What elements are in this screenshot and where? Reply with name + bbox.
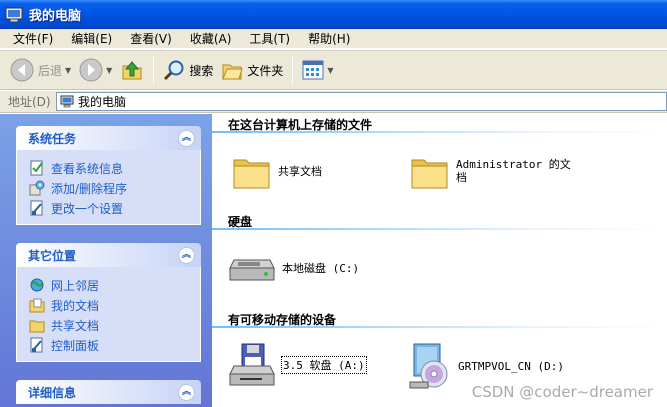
address-label: 地址(D) [8, 95, 51, 109]
search-icon [164, 60, 184, 81]
back-label: 后退 [38, 63, 63, 78]
toolbar-separator [292, 56, 294, 84]
other-places-body: 网上邻居 我的文档 共享文档 控制面板 [16, 267, 201, 362]
details-header[interactable]: 详细信息 ︽ [16, 380, 201, 404]
menu-favorites[interactable]: 收藏(A) [181, 29, 241, 49]
menu-view[interactable]: 查看(V) [121, 29, 181, 49]
group-divider [212, 131, 667, 133]
details-title: 详细信息 [28, 385, 77, 400]
my-computer-icon [60, 95, 74, 108]
menu-edit[interactable]: 编辑(E) [62, 29, 121, 49]
network-icon [30, 278, 44, 292]
back-arrow-icon [10, 58, 34, 82]
floppy-drive-icon [229, 343, 275, 386]
item-floppy-a[interactable]: 3.5 软盘 (A:) [228, 342, 367, 388]
system-tasks-body: 查看系统信息 添加/删除程序 更改一个设置 [16, 150, 201, 225]
place-label: 网上邻居 [51, 278, 100, 293]
folders-button[interactable]: 文件夹 [217, 54, 287, 86]
task-label: 更改一个设置 [51, 201, 124, 216]
menu-bar: 文件(F) 编辑(E) 查看(V) 收藏(A) 工具(T) 帮助(H) [0, 29, 667, 49]
toolbar-separator [153, 56, 155, 84]
task-label: 添加/删除程序 [51, 181, 128, 196]
up-folder-icon [122, 61, 142, 80]
item-label: GRTMPVOL_CN (D:) [458, 359, 564, 373]
task-view-system-info[interactable]: 查看系统信息 [29, 158, 200, 178]
window-title: 我的电脑 [29, 9, 82, 24]
task-label: 查看系统信息 [51, 161, 124, 176]
chevron-down-icon: ▼ [106, 65, 113, 75]
hard-disk-icon [229, 259, 275, 281]
other-places-title: 其它位置 [28, 248, 77, 263]
menu-tools[interactable]: 工具(T) [240, 29, 299, 49]
forward-button[interactable]: ▼ [75, 54, 116, 86]
address-field[interactable]: 我的电脑 [56, 92, 667, 111]
chevron-down-icon: ▼ [65, 65, 72, 75]
system-tasks-header[interactable]: 系统任务 ︽ [16, 126, 201, 150]
folders-icon [222, 64, 244, 80]
place-shared-documents[interactable]: 共享文档 [29, 315, 200, 335]
watermark: CSDN @coder~dreamer [471, 383, 653, 401]
other-places-header[interactable]: 其它位置 ︽ [16, 243, 201, 267]
menu-file[interactable]: 文件(F) [4, 29, 62, 49]
address-value: 我的电脑 [78, 95, 127, 109]
place-label: 控制面板 [51, 338, 100, 353]
folders-label: 文件夹 [247, 63, 284, 78]
search-label: 搜索 [189, 63, 214, 78]
place-my-documents[interactable]: 我的文档 [29, 295, 200, 315]
item-label: 共享文档 [278, 165, 322, 178]
place-control-panel[interactable]: 控制面板 [29, 335, 200, 355]
my-computer-icon [5, 7, 23, 22]
shared-folder-icon [29, 320, 45, 333]
views-icon [302, 60, 324, 80]
place-network[interactable]: 网上邻居 [29, 275, 200, 295]
task-add-remove-programs[interactable]: 添加/删除程序 [29, 178, 200, 198]
views-button[interactable]: ▼ [298, 54, 337, 86]
title-bar[interactable]: 我的电脑 [0, 0, 667, 29]
group-divider [212, 228, 667, 230]
system-tasks-panel: 系统任务 ︽ 查看系统信息 添加/删除程序 更改一个设置 [16, 126, 201, 225]
cd-drive-icon [409, 343, 448, 389]
back-button[interactable]: 后退 ▼ [6, 54, 75, 86]
search-button[interactable]: 搜索 [159, 54, 217, 86]
address-bar: 地址(D) 我的电脑 [0, 91, 667, 113]
task-change-setting[interactable]: 更改一个设置 [29, 198, 200, 218]
control-panel-icon [30, 337, 43, 353]
item-administrator-documents[interactable]: Administrator 的文档 [410, 152, 576, 190]
item-shared-documents[interactable]: 共享文档 [232, 152, 322, 190]
collapse-icon[interactable]: ︽ [178, 129, 195, 147]
folder-icon [411, 159, 448, 189]
folder-icon [233, 159, 270, 189]
change-setting-icon [30, 200, 43, 216]
collapse-icon[interactable]: ︽ [178, 246, 195, 264]
collapse-icon[interactable]: ︽ [178, 383, 195, 401]
place-label: 我的文档 [51, 298, 100, 313]
toolbar: 后退 ▼ ▼ 搜索 文件夹 ▼ [0, 50, 667, 90]
group-divider [212, 326, 667, 328]
add-remove-programs-icon [29, 180, 45, 196]
my-documents-icon [29, 298, 45, 313]
item-label: Administrator 的文档 [456, 158, 571, 184]
menu-help[interactable]: 帮助(H) [299, 29, 359, 49]
place-label: 共享文档 [51, 318, 100, 333]
system-info-icon [30, 160, 43, 176]
chevron-down-icon: ▼ [327, 65, 334, 75]
item-label: 本地磁盘 (C:) [282, 262, 360, 275]
forward-arrow-icon [79, 58, 103, 82]
other-places-panel: 其它位置 ︽ 网上邻居 我的文档 共享文档 控制面板 [16, 243, 201, 362]
task-pane: 系统任务 ︽ 查看系统信息 添加/删除程序 更改一个设置 其它位置 ︽ 网上邻居… [0, 114, 212, 407]
up-button[interactable] [116, 54, 148, 86]
system-tasks-title: 系统任务 [28, 131, 77, 146]
details-panel: 详细信息 ︽ [16, 380, 201, 404]
item-label: 3.5 软盘 (A:) [281, 356, 367, 374]
item-local-disk-c[interactable]: 本地磁盘 (C:) [228, 252, 359, 284]
content-area: 在这台计算机上存储的文件 共享文档 Administrator 的文档 硬盘 本… [212, 114, 667, 407]
